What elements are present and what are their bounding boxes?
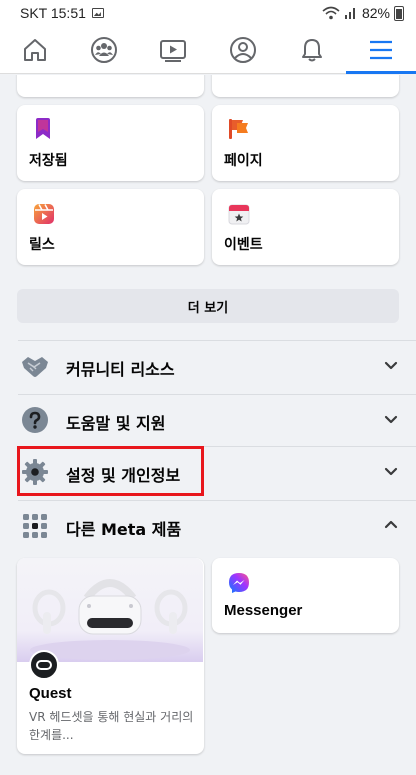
grid-icon: [20, 511, 50, 541]
section-help-support-label: 도움말 및 지원: [66, 414, 166, 433]
wifi-icon: [322, 6, 340, 20]
chevron-down-icon: [384, 467, 398, 476]
top-nav-bar: [0, 26, 416, 74]
shortcut-events[interactable]: 이벤트: [212, 189, 399, 265]
quest-description: VR 헤드셋을 통해 현실과 거리의 한계를...: [29, 710, 194, 742]
see-more-button[interactable]: 더 보기: [17, 289, 399, 323]
shortcut-pages-label: 페이지: [224, 153, 263, 169]
battery-percent: 82%: [361, 5, 390, 21]
bookmark-icon: [36, 118, 50, 139]
profile-icon: [229, 37, 256, 63]
flag-icon: [229, 119, 248, 139]
section-other-meta-products-label: 다른 Meta 제품: [66, 520, 182, 539]
friends-icon: [90, 37, 117, 63]
nav-menu[interactable]: [346, 26, 416, 74]
status-bar: SKT 15:51 82%: [0, 0, 416, 26]
chevron-down-icon: [384, 415, 398, 424]
signal-icon: [344, 8, 355, 19]
nav-notifications[interactable]: [277, 26, 346, 74]
shortcut-reels[interactable]: 릴스: [17, 189, 204, 265]
battery-icon: [394, 5, 404, 21]
shortcut-events-label: 이벤트: [224, 237, 263, 253]
shortcut-saved-label: 저장됨: [29, 153, 68, 169]
chevron-up-icon: [384, 520, 398, 529]
highlight-box: [17, 446, 204, 496]
calendar-icon: [228, 204, 250, 225]
section-help-support[interactable]: 도움말 및 지원: [0, 395, 416, 445]
home-icon: [23, 39, 46, 61]
shortcut-card-partial-left[interactable]: [17, 75, 204, 97]
nav-friends[interactable]: [69, 26, 138, 74]
reels-icon: [34, 204, 54, 224]
gallery-notification-icon: [91, 8, 104, 18]
product-card-quest[interactable]: Quest VR 헤드셋을 통해 현실과 거리의 한계를...: [17, 558, 204, 754]
quest-title: Quest: [29, 685, 72, 702]
quest-headset-image: [17, 558, 203, 662]
messenger-icon: [229, 573, 249, 593]
status-carrier-time: SKT 15:51: [20, 5, 86, 21]
question-icon: [20, 405, 50, 435]
nav-watch[interactable]: [138, 26, 207, 74]
product-card-messenger[interactable]: Messenger: [212, 558, 399, 633]
nav-profile[interactable]: [208, 26, 277, 74]
messenger-title: Messenger: [224, 602, 303, 619]
chevron-down-icon: [384, 361, 398, 370]
nav-home[interactable]: [0, 26, 69, 74]
section-community-resources-label: 커뮤니티 리소스: [66, 360, 175, 379]
shortcut-card-partial-right[interactable]: [212, 75, 399, 97]
watch-icon: [159, 40, 186, 62]
shortcut-saved[interactable]: 저장됨: [17, 105, 204, 181]
shortcut-pages[interactable]: 페이지: [212, 105, 399, 181]
section-community-resources[interactable]: 커뮤니티 리소스: [0, 341, 416, 391]
notifications-icon: [301, 39, 322, 62]
menu-icon: [370, 40, 392, 60]
menu-content: 저장됨 페이지 릴스 이벤트 더 보기 커뮤니티 리소스 도움말 및 지원 설정…: [0, 75, 416, 775]
shortcut-reels-label: 릴스: [29, 237, 55, 253]
handshake-icon: [20, 351, 50, 381]
oculus-logo: [29, 650, 59, 680]
oculus-icon: [36, 660, 52, 670]
section-other-meta-products[interactable]: 다른 Meta 제품: [0, 501, 416, 551]
